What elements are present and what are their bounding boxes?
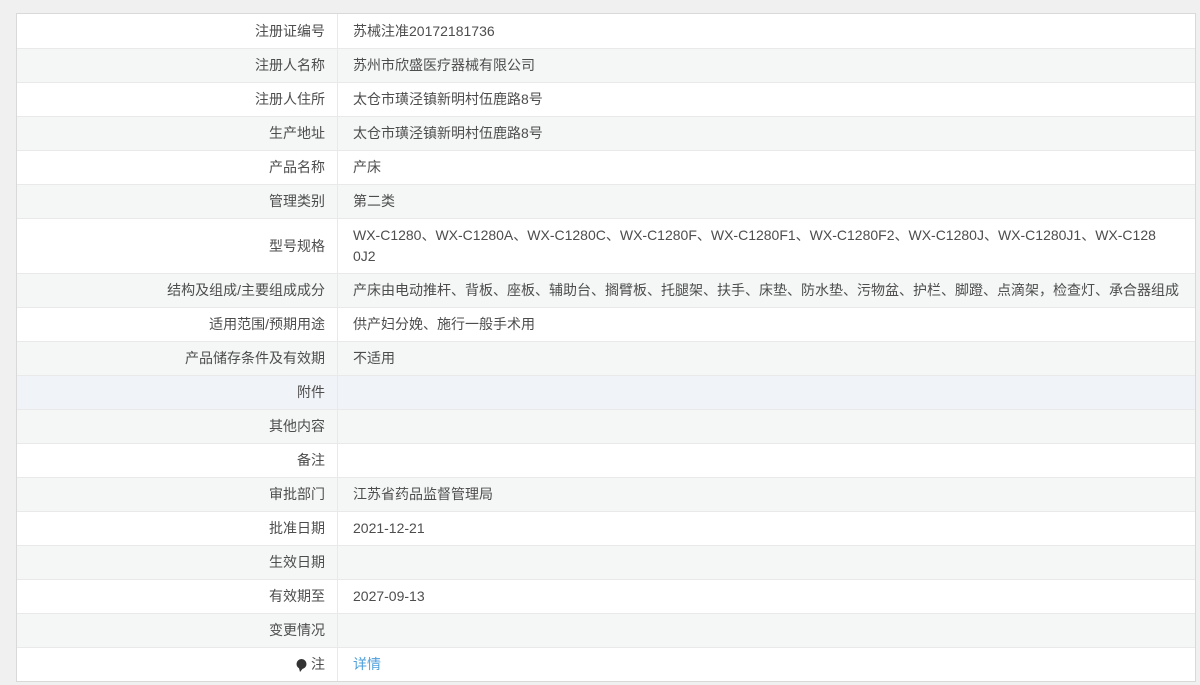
table-row: 生产地址 太仓市璜泾镇新明村伍鹿路8号 [17,116,1195,150]
row-label: 变更情况 [269,622,325,638]
row-label-cell: 其他内容 [17,410,338,443]
row-value: 第二类 [353,193,395,209]
row-value: 太仓市璜泾镇新明村伍鹿路8号 [353,91,543,107]
row-value-cell: 苏械注准20172181736 [338,14,1195,48]
row-label-cell: 有效期至 [17,580,338,613]
table-row: 备注 [17,443,1195,477]
row-label: 型号规格 [269,237,325,254]
row-label-cell: 注册人名称 [17,49,338,82]
row-label: 产品储存条件及有效期 [185,350,325,366]
row-label: 有效期至 [269,588,325,604]
row-label-cell: 审批部门 [17,478,338,511]
row-value-cell [338,410,1195,443]
table-row: 结构及组成/主要组成成分 产床由电动推杆、背板、座板、辅助台、搁臂板、托腿架、扶… [17,273,1195,307]
note-icon [296,659,307,672]
row-label-cell: 生效日期 [17,546,338,579]
row-label: 生效日期 [269,554,325,570]
row-value: 2021-12-21 [353,520,425,536]
row-value-cell [338,444,1195,477]
row-value-cell: 太仓市璜泾镇新明村伍鹿路8号 [338,117,1195,150]
table-row: 其他内容 [17,409,1195,443]
row-label: 结构及组成/主要组成成分 [167,282,325,298]
registration-info-table: 注册证编号 苏械注准20172181736 注册人名称 苏州市欣盛医疗器械有限公… [16,13,1196,682]
table-row: 产品名称 产床 [17,150,1195,184]
row-value-cell: 产床 [338,151,1195,184]
table-row: 管理类别 第二类 [17,184,1195,218]
table-row: 注册人住所 太仓市璜泾镇新明村伍鹿路8号 [17,82,1195,116]
row-value: 不适用 [353,350,395,366]
table-row: 生效日期 [17,545,1195,579]
table-row: 注册人名称 苏州市欣盛医疗器械有限公司 [17,48,1195,82]
table-row: 注册证编号 苏械注准20172181736 [17,14,1195,48]
table-row: 适用范围/预期用途 供产妇分娩、施行一般手术用 [17,307,1195,341]
table-row: 批准日期 2021-12-21 [17,511,1195,545]
row-label: 注册人住所 [255,91,325,107]
row-label-cell: 管理类别 [17,185,338,218]
row-label: 备注 [297,452,325,468]
row-label-cell: 型号规格 [17,219,338,273]
row-label-cell: 适用范围/预期用途 [17,308,338,341]
row-label: 其他内容 [269,418,325,434]
row-value: 太仓市璜泾镇新明村伍鹿路8号 [353,125,543,141]
row-label-cell: 备注 [17,444,338,477]
row-label: 注册人名称 [255,57,325,73]
row-label: 适用范围/预期用途 [209,316,325,332]
row-label-cell: 注册人住所 [17,83,338,116]
table-row: 产品储存条件及有效期 不适用 [17,341,1195,375]
row-value-cell: 太仓市璜泾镇新明村伍鹿路8号 [338,83,1195,116]
row-label-cell: 产品名称 [17,151,338,184]
row-label-cell: 结构及组成/主要组成成分 [17,274,338,307]
table-row: 有效期至 2027-09-13 [17,579,1195,613]
row-value: 产床 [353,159,381,175]
row-label-cell: 注 [17,648,338,681]
row-label: 注 [311,656,325,672]
row-value: 江苏省药品监督管理局 [353,486,493,502]
table-row: 附件 [17,375,1195,409]
row-label-cell: 生产地址 [17,117,338,150]
row-value-cell [338,614,1195,647]
row-label-cell: 产品储存条件及有效期 [17,342,338,375]
row-value-cell: WX-C1280、WX-C1280A、WX-C1280C、WX-C1280F、W… [338,219,1195,273]
row-value-cell [338,376,1195,409]
row-value-cell: 供产妇分娩、施行一般手术用 [338,308,1195,341]
table-row: 审批部门 江苏省药品监督管理局 [17,477,1195,511]
row-label-cell: 附件 [17,376,338,409]
row-label: 审批部门 [269,486,325,502]
row-value: 苏州市欣盛医疗器械有限公司 [353,57,535,73]
row-label-cell: 变更情况 [17,614,338,647]
row-value-cell: 苏州市欣盛医疗器械有限公司 [338,49,1195,82]
row-label: 管理类别 [269,193,325,209]
row-value: 供产妇分娩、施行一般手术用 [353,316,535,332]
row-value-cell: 不适用 [338,342,1195,375]
row-value: WX-C1280、WX-C1280A、WX-C1280C、WX-C1280F、W… [353,227,1156,264]
row-value-cell: 2021-12-21 [338,512,1195,545]
row-value-cell: 详情 [338,648,1195,681]
row-value: 2027-09-13 [353,588,425,604]
details-link[interactable]: 详情 [353,654,381,675]
row-value-cell: 2027-09-13 [338,580,1195,613]
table-row: 型号规格 WX-C1280、WX-C1280A、WX-C1280C、WX-C12… [17,218,1195,273]
row-value-cell [338,546,1195,579]
row-value: 苏械注准20172181736 [353,22,495,39]
row-label: 批准日期 [269,520,325,536]
row-value-cell: 产床由电动推杆、背板、座板、辅助台、搁臂板、托腿架、扶手、床垫、防水垫、污物盆、… [338,274,1195,307]
table-row: 注 详情 [17,647,1195,681]
row-label: 产品名称 [269,159,325,175]
row-value-cell: 江苏省药品监督管理局 [338,478,1195,511]
row-label-cell: 批准日期 [17,512,338,545]
table-row: 变更情况 [17,613,1195,647]
row-label: 生产地址 [269,125,325,141]
row-label: 附件 [297,384,325,400]
row-value-cell: 第二类 [338,185,1195,218]
row-label-cell: 注册证编号 [17,14,338,48]
row-value: 产床由电动推杆、背板、座板、辅助台、搁臂板、托腿架、扶手、床垫、防水垫、污物盆、… [353,282,1179,298]
row-label: 注册证编号 [255,22,325,39]
